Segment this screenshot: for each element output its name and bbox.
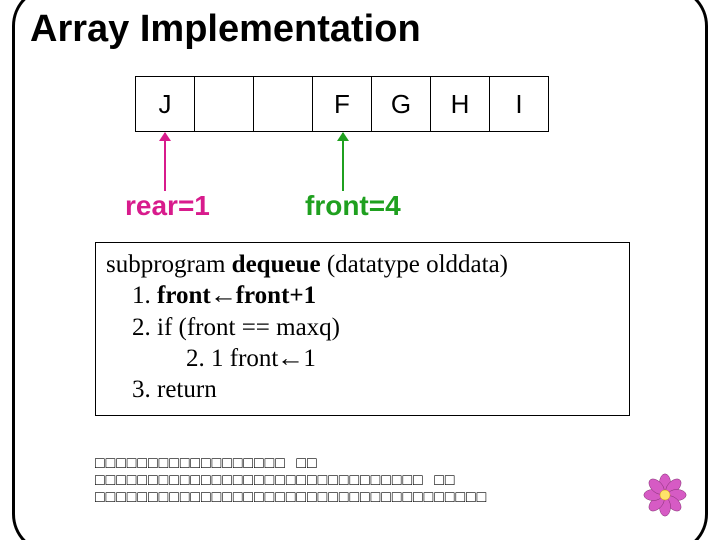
code-text: 2. 1 front xyxy=(186,345,278,372)
glyph-row: □□□□□□□□□□□□□□□□□□□□□□□□□□□□□□□ □□ xyxy=(95,473,487,490)
array-cell-3 xyxy=(253,76,313,132)
code-var: front+1 xyxy=(236,282,316,309)
array-cell-7: I xyxy=(489,76,549,132)
front-pointer-label: front=4 xyxy=(305,190,401,222)
code-text: 1. xyxy=(132,282,157,309)
glyph-row: □□□□□□□□□□□□□□□□□□ □□ xyxy=(95,456,487,473)
arrowhead-icon xyxy=(159,132,171,141)
slide-title: Array Implementation xyxy=(30,8,421,51)
pseudocode-box: subprogram dequeue (datatype olddata) 1.… xyxy=(95,242,630,416)
assign-arrow-icon: ← xyxy=(209,280,237,311)
array-cell-4: F xyxy=(312,76,372,132)
footer-placeholder-glyphs: □□□□□□□□□□□□□□□□□□ □□ □□□□□□□□□□□□□□□□□□… xyxy=(95,456,487,506)
code-text: (datatype olddata) xyxy=(321,251,508,278)
array-cell-1: J xyxy=(135,76,195,132)
queue-array: J F G H I xyxy=(135,76,549,132)
arrowhead-icon xyxy=(337,132,349,141)
slide: Array Implementation J F G H I rear=1 fr… xyxy=(0,0,720,540)
assign-arrow-icon: ← xyxy=(277,343,305,374)
rear-arrow-icon xyxy=(164,133,166,191)
rear-pointer-label: rear=1 xyxy=(125,190,210,222)
code-line-1: subprogram dequeue (datatype olddata) xyxy=(106,249,619,280)
code-line-2: 1. front ← front+1 xyxy=(106,280,619,311)
code-line-4: 2. 1 front ← 1 xyxy=(106,343,619,374)
array-cell-5: G xyxy=(371,76,431,132)
glyph-row: □□□□□□□□□□□□□□□□□□□□□□□□□□□□□□□□□□□□□ xyxy=(95,490,487,507)
code-text: subprogram xyxy=(106,251,232,278)
code-line-5: 3. return xyxy=(106,374,619,405)
code-text: 1 xyxy=(303,345,316,372)
array-cell-6: H xyxy=(430,76,490,132)
flower-icon xyxy=(642,472,688,518)
code-var: front xyxy=(157,282,211,309)
code-keyword: dequeue xyxy=(232,251,321,278)
front-arrow-icon xyxy=(342,133,344,191)
array-cell-2 xyxy=(194,76,254,132)
code-line-3: 2. if (front == maxq) xyxy=(106,312,619,343)
